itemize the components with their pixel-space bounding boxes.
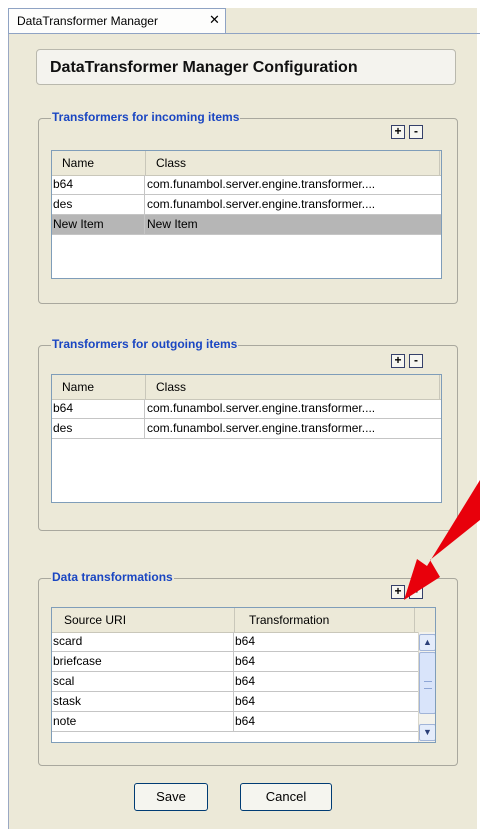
outgoing-group-title: Transformers for outgoing items	[51, 337, 239, 351]
table-row[interactable]: b64 com.funambol.server.engine.transform…	[52, 399, 441, 419]
incoming-transformers-group: Transformers for incoming items + - Name…	[38, 110, 458, 304]
grip-icon	[424, 681, 432, 689]
outgoing-table[interactable]: Name Class b64 com.funambol.server.engin…	[51, 374, 442, 503]
table-row[interactable]: des com.funambol.server.engine.transform…	[52, 419, 441, 439]
column-header-name[interactable]: Name	[52, 375, 146, 399]
cell-transformation: b64	[235, 714, 256, 728]
incoming-group-title: Transformers for incoming items	[51, 110, 241, 124]
chevron-up-icon: ▲	[423, 637, 432, 647]
close-icon[interactable]: ✕	[209, 12, 220, 28]
column-header-class[interactable]: Class	[146, 151, 440, 175]
data-transformations-group: Data transformations + - Source URI Tran…	[38, 570, 458, 766]
scroll-up-button[interactable]: ▲	[419, 634, 435, 651]
table-row[interactable]: note b64	[52, 712, 418, 732]
cell-source-uri: scard	[53, 632, 234, 651]
cell-class: com.funambol.server.engine.transformer..…	[147, 421, 376, 435]
table-row[interactable]: scard b64	[52, 632, 418, 652]
table-row[interactable]: briefcase b64	[52, 652, 418, 672]
column-header-source-uri[interactable]: Source URI	[52, 608, 235, 632]
cell-class: com.funambol.server.engine.transformer..…	[147, 197, 376, 211]
incoming-table[interactable]: Name Class b64 com.funambol.server.engin…	[51, 150, 442, 279]
vertical-scrollbar[interactable]: ▲ ▼	[418, 632, 435, 742]
column-header-name[interactable]: Name	[52, 151, 146, 175]
tab-divider	[8, 33, 480, 34]
cell-transformation: b64	[235, 694, 256, 708]
column-header-transformation[interactable]: Transformation	[235, 608, 415, 632]
header-box: DataTransformer Manager Configuration	[36, 49, 456, 85]
tab-datatransformer-manager[interactable]: DataTransformer Manager ✕	[8, 8, 226, 33]
tab-label: DataTransformer Manager	[17, 14, 158, 28]
table-header: Source URI Transformation	[52, 608, 435, 633]
cell-name: b64	[53, 399, 145, 418]
add-incoming-button[interactable]: +	[391, 125, 405, 139]
plus-icon: +	[394, 124, 402, 138]
table-row[interactable]: scal b64	[52, 672, 418, 692]
cell-source-uri: briefcase	[53, 652, 234, 671]
add-transformation-button[interactable]: +	[391, 585, 405, 599]
table-row[interactable]: stask b64	[52, 692, 418, 712]
scroll-down-button[interactable]: ▼	[419, 724, 435, 741]
plus-icon: +	[394, 353, 402, 367]
cell-source-uri: stask	[53, 692, 234, 711]
minus-icon: -	[414, 124, 418, 138]
cell-name: New Item	[53, 215, 145, 234]
table-row[interactable]: des com.funambol.server.engine.transform…	[52, 195, 441, 215]
cell-transformation: b64	[235, 674, 256, 688]
cell-source-uri: scal	[53, 672, 234, 691]
chevron-down-icon: ▼	[423, 727, 432, 737]
minus-icon: -	[414, 584, 418, 598]
remove-transformation-button[interactable]: -	[409, 585, 423, 599]
table-row[interactable]: b64 com.funambol.server.engine.transform…	[52, 175, 441, 195]
data-transformations-table[interactable]: Source URI Transformation scard b64 brie…	[51, 607, 436, 743]
cell-class: com.funambol.server.engine.transformer..…	[147, 401, 376, 415]
save-button[interactable]: Save	[134, 783, 208, 811]
column-header-class[interactable]: Class	[146, 375, 440, 399]
cancel-button[interactable]: Cancel	[240, 783, 332, 811]
table-header: Name Class	[52, 151, 441, 176]
plus-icon: +	[394, 584, 402, 598]
cell-name: b64	[53, 175, 145, 194]
table-header: Name Class	[52, 375, 441, 400]
cell-name: des	[53, 419, 145, 438]
cell-class: com.funambol.server.engine.transformer..…	[147, 177, 376, 191]
cell-transformation: b64	[235, 634, 256, 648]
scrollbar-thumb[interactable]	[419, 652, 435, 714]
page-title: DataTransformer Manager Configuration	[50, 59, 358, 76]
add-outgoing-button[interactable]: +	[391, 354, 405, 368]
cell-source-uri: note	[53, 712, 234, 731]
data-transformations-title: Data transformations	[51, 570, 174, 584]
table-row-selected[interactable]: New Item New Item	[52, 215, 441, 235]
outgoing-transformers-group: Transformers for outgoing items + - Name…	[38, 337, 458, 531]
remove-incoming-button[interactable]: -	[409, 125, 423, 139]
cell-transformation: b64	[235, 654, 256, 668]
cell-class: New Item	[147, 217, 198, 231]
cell-name: des	[53, 195, 145, 214]
remove-outgoing-button[interactable]: -	[409, 354, 423, 368]
minus-icon: -	[414, 353, 418, 367]
